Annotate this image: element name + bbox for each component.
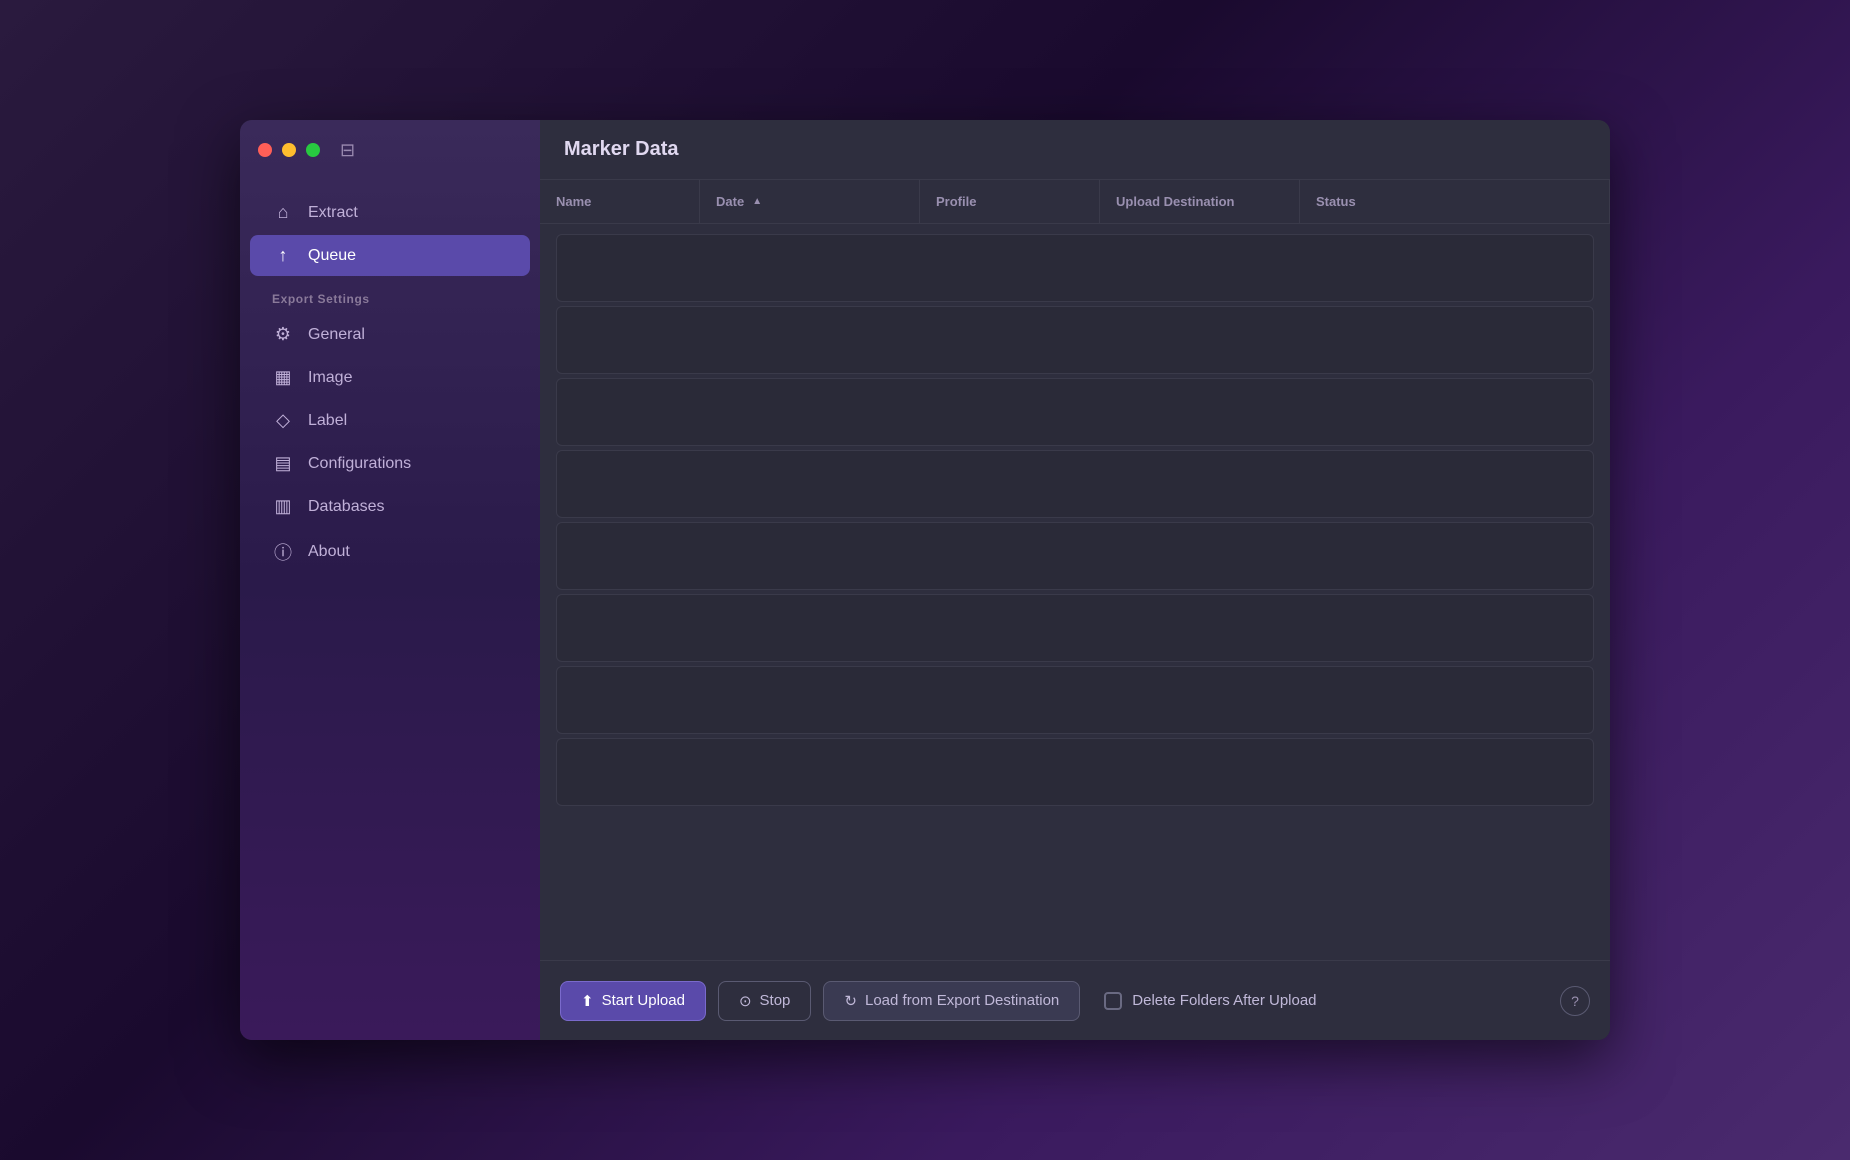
- sidebar-item-label[interactable]: ◇ Label: [250, 400, 530, 441]
- sidebar-item-general-label: General: [308, 326, 365, 344]
- sidebar-item-databases-label: Databases: [308, 498, 385, 516]
- table-row: [556, 306, 1594, 374]
- page-title: Marker Data: [564, 138, 679, 161]
- stop-button[interactable]: ⊙ Stop: [718, 981, 811, 1021]
- table-row: [556, 378, 1594, 446]
- col-status: Status: [1300, 180, 1610, 223]
- gear-icon: ⚙: [272, 324, 294, 345]
- help-button[interactable]: ?: [1560, 986, 1590, 1016]
- label-icon: ◇: [272, 410, 294, 431]
- table-header: Name Date ▲ Profile Upload Destination S…: [540, 180, 1610, 224]
- info-icon: ⓘ: [272, 539, 294, 565]
- upload-icon: ⬆: [581, 992, 594, 1010]
- sidebar-item-label-label: Label: [308, 412, 347, 430]
- main-content: Marker Data Name Date ▲ Profile Upload D…: [540, 120, 1610, 1040]
- sidebar-item-about-label: About: [308, 543, 350, 561]
- app-window: ⊟ ⌂ Extract ↑ Queue Export Settings ⚙ Ge…: [240, 120, 1610, 1040]
- sidebar-item-general[interactable]: ⚙ General: [250, 314, 530, 355]
- col-name: Name: [540, 180, 700, 223]
- table-body: [540, 224, 1610, 960]
- bottom-toolbar: ⬆ Start Upload ⊙ Stop ↻ Load from Export…: [540, 960, 1610, 1040]
- sidebar-item-configurations[interactable]: ▤ Configurations: [250, 443, 530, 484]
- col-upload-destination: Upload Destination: [1100, 180, 1300, 223]
- sidebar-item-extract[interactable]: ⌂ Extract: [250, 192, 530, 233]
- sidebar-item-configurations-label: Configurations: [308, 455, 411, 473]
- databases-icon: ▥: [272, 496, 294, 517]
- queue-icon: ↑: [272, 245, 294, 266]
- table-row: [556, 522, 1594, 590]
- table-row: [556, 594, 1594, 662]
- col-profile: Profile: [920, 180, 1100, 223]
- sort-icon: ▲: [752, 196, 762, 207]
- sidebar-item-image-label: Image: [308, 369, 352, 387]
- sidebar-item-queue[interactable]: ↑ Queue: [250, 235, 530, 276]
- sidebar-item-about[interactable]: ⓘ About: [250, 529, 530, 575]
- delete-folders-checkbox-label[interactable]: Delete Folders After Upload: [1104, 992, 1316, 1010]
- delete-folders-checkbox[interactable]: [1104, 992, 1122, 1010]
- table-row: [556, 738, 1594, 806]
- titlebar: ⊟: [240, 120, 540, 180]
- export-settings-section-label: Export Settings: [250, 278, 530, 312]
- minimize-button[interactable]: [282, 143, 296, 157]
- image-icon: ▦: [272, 367, 294, 388]
- table-container: Name Date ▲ Profile Upload Destination S…: [540, 180, 1610, 960]
- sidebar-item-queue-label: Queue: [308, 247, 356, 265]
- main-header: Marker Data: [540, 120, 1610, 180]
- sidebar-item-extract-label: Extract: [308, 204, 358, 222]
- help-icon: ?: [1571, 993, 1579, 1009]
- sidebar-item-databases[interactable]: ▥ Databases: [250, 486, 530, 527]
- close-button[interactable]: [258, 143, 272, 157]
- configurations-icon: ▤: [272, 453, 294, 474]
- start-upload-button[interactable]: ⬆ Start Upload: [560, 981, 706, 1021]
- table-row: [556, 234, 1594, 302]
- sidebar-item-image[interactable]: ▦ Image: [250, 357, 530, 398]
- home-icon: ⌂: [272, 202, 294, 223]
- col-date[interactable]: Date ▲: [700, 180, 920, 223]
- table-row: [556, 666, 1594, 734]
- table-row: [556, 450, 1594, 518]
- nav-main: ⌂ Extract ↑ Queue Export Settings ⚙ Gene…: [240, 180, 540, 1040]
- maximize-button[interactable]: [306, 143, 320, 157]
- stop-icon: ⊙: [739, 992, 752, 1010]
- sidebar-toggle-button[interactable]: ⊟: [340, 140, 355, 161]
- load-from-export-button[interactable]: ↻ Load from Export Destination: [823, 981, 1080, 1021]
- sidebar: ⊟ ⌂ Extract ↑ Queue Export Settings ⚙ Ge…: [240, 120, 540, 1040]
- refresh-icon: ↻: [844, 992, 857, 1010]
